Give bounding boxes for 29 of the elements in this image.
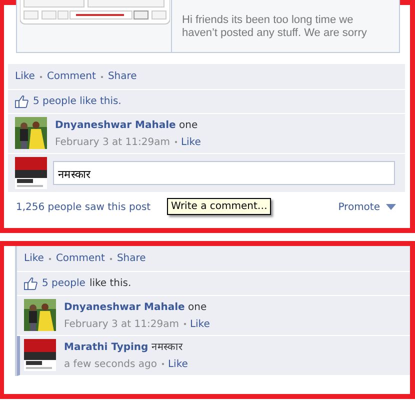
- action-link[interactable]: Comment: [56, 253, 105, 264]
- author-link[interactable]: Dnyaneshwar Mahale: [64, 302, 185, 313]
- comment-text: one: [179, 120, 198, 131]
- likes-text: 5 people like this.: [33, 96, 122, 107]
- comment-text: one: [188, 302, 207, 313]
- action-link[interactable]: Comment: [46, 71, 96, 82]
- tooltip: Write a comment…: [167, 198, 272, 215]
- comment-input-field[interactable]: नमस्कार: [53, 161, 395, 185]
- author-link[interactable]: Dnyaneshwar Mahale: [55, 120, 176, 131]
- promote-link[interactable]: Promote: [338, 202, 380, 212]
- like-link[interactable]: Like: [180, 137, 201, 148]
- like-link[interactable]: Like: [168, 359, 188, 370]
- thumbs-up-icon: [24, 277, 38, 290]
- comment-time: February 3 at 11:29am: [64, 319, 179, 330]
- link-description: Hi friends its been too long time we haven’t posted any stuff. We are sorry: [182, 14, 368, 41]
- thumbs-up-icon: [15, 95, 29, 108]
- action-link[interactable]: Share: [108, 71, 137, 82]
- caret-icon[interactable]: [386, 204, 396, 210]
- action-link[interactable]: Like: [24, 253, 44, 264]
- like-link[interactable]: Like: [190, 319, 210, 330]
- comment-text: नमस्कार: [151, 342, 182, 353]
- seen-count-link[interactable]: 1,256 people saw this post: [16, 202, 151, 212]
- action-link[interactable]: Like: [15, 71, 35, 82]
- likes-text: like this.: [89, 278, 132, 289]
- author-link[interactable]: Marathi Typing: [64, 342, 148, 353]
- comment-time: February 3 at 11:29am: [55, 137, 170, 148]
- action-link[interactable]: Share: [116, 253, 146, 264]
- likes-link[interactable]: 5 people: [42, 278, 86, 289]
- comment-time: a few seconds ago: [64, 359, 157, 370]
